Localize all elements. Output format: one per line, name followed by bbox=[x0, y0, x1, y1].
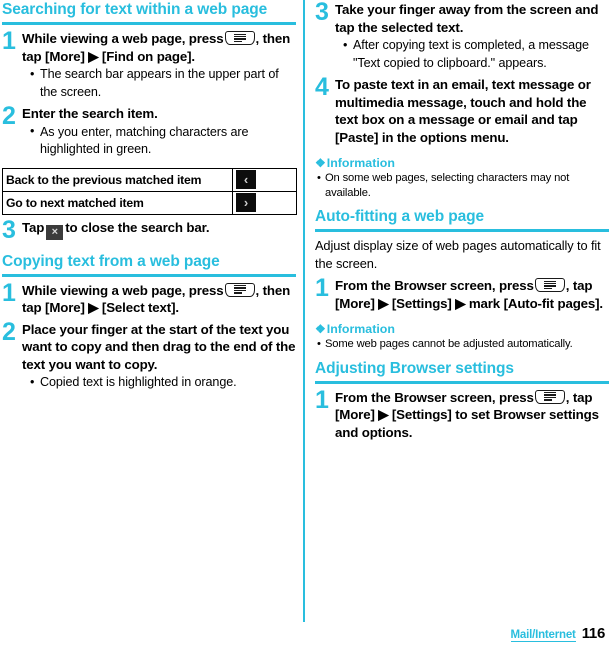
step-body: While viewing a web page, press, then ta… bbox=[22, 30, 296, 101]
manual-page: Searching for text within a web page 1 W… bbox=[0, 0, 609, 647]
step-number: 1 bbox=[315, 385, 329, 414]
step-title: Take your finger away from the screen an… bbox=[335, 2, 599, 35]
step-body: Take your finger away from the screen an… bbox=[335, 1, 609, 72]
information-list-2: Some web pages cannot be adjusted automa… bbox=[315, 337, 609, 352]
step-number: 1 bbox=[315, 274, 329, 302]
info-diamond-icon: ❖ bbox=[315, 322, 326, 336]
matched-item-operations-table: Back to the previous matched item ‹ Go t… bbox=[2, 167, 297, 215]
page-footer: Mail/Internet 116 bbox=[510, 625, 606, 642]
step-title: While viewing a web page, press, then ta… bbox=[22, 282, 296, 317]
step-title: From the Browser screen, press, tap [Mor… bbox=[335, 277, 609, 312]
step-title: Enter the search item. bbox=[22, 106, 158, 121]
information-heading-2: ❖ Information bbox=[315, 321, 609, 337]
step-l1-2: 2 Enter the search item. As you enter, m… bbox=[2, 102, 296, 159]
bullet-item: After copying text is completed, a messa… bbox=[342, 37, 609, 72]
step-body: From the Browser screen, press, tap [Mor… bbox=[335, 389, 609, 442]
step-l2-2: 2 Place your finger at the start of the … bbox=[2, 317, 296, 392]
prev-match-icon[interactable]: ‹ bbox=[236, 170, 256, 189]
left-column: Searching for text within a web page 1 W… bbox=[2, 0, 297, 392]
step-body: While viewing a web page, press, then ta… bbox=[22, 282, 296, 317]
step-number: 4 bbox=[315, 73, 329, 101]
step-l2-1: 1 While viewing a web page, press, then … bbox=[2, 278, 296, 317]
section-auto-fitting: Auto-fitting a web page bbox=[315, 207, 609, 232]
column-divider bbox=[303, 0, 305, 622]
menu-key-icon bbox=[534, 389, 565, 404]
step-bullets: After copying text is completed, a messa… bbox=[342, 37, 609, 72]
footer-page-number: 116 bbox=[581, 625, 606, 642]
step-body: Tap × to close the search bar. bbox=[22, 219, 296, 240]
step-number: 3 bbox=[315, 0, 329, 26]
operation-label: Back to the previous matched item bbox=[2, 167, 233, 192]
information-label: Information bbox=[326, 156, 395, 170]
step-number: 2 bbox=[2, 102, 16, 130]
menu-key-icon bbox=[224, 31, 255, 45]
step-r3-1: 1 From the Browser screen, press, tap [M… bbox=[315, 274, 609, 312]
information-item: Some web pages cannot be adjusted automa… bbox=[315, 337, 609, 352]
section-heading: Copying text from a web page bbox=[2, 252, 220, 270]
step-title-pre: While viewing a web page, press bbox=[22, 31, 224, 46]
section-adjusting-browser: Adjusting Browser settings bbox=[315, 359, 609, 384]
step-title: While viewing a web page, press, then ta… bbox=[22, 30, 296, 65]
next-match-icon[interactable]: › bbox=[236, 193, 256, 212]
step-body: Enter the search item. As you enter, mat… bbox=[22, 105, 296, 159]
step-bullets: Copied text is highlighted in orange. bbox=[29, 374, 296, 392]
information-item: On some web pages, selecting characters … bbox=[315, 171, 609, 200]
information-label: Information bbox=[326, 322, 395, 336]
step-bullets: The search bar appears in the upper part… bbox=[29, 66, 296, 101]
step-title-pre: Tap bbox=[22, 219, 45, 235]
section-heading: Auto-fitting a web page bbox=[315, 208, 485, 225]
step-title-pre: While viewing a web page, press bbox=[22, 282, 224, 298]
heading-rule bbox=[2, 273, 296, 277]
step-number: 2 bbox=[2, 317, 16, 346]
step-title-pre: From the Browser screen, press bbox=[335, 278, 534, 293]
step-body: Place your finger at the start of the te… bbox=[22, 321, 296, 392]
step-body: From the Browser screen, press, tap [Mor… bbox=[335, 277, 609, 312]
step-title: Tap × to close the search bar. bbox=[22, 219, 296, 240]
step-title-post: to close the search bar. bbox=[65, 219, 210, 235]
table-row: Back to the previous matched item ‹ bbox=[2, 167, 297, 192]
step-l1-3: 3 Tap × to close the search bar. bbox=[2, 215, 296, 244]
step-r-3: 3 Take your finger away from the screen … bbox=[315, 0, 609, 72]
bullet-item: As you enter, matching characters are hi… bbox=[29, 123, 296, 159]
section-copying-text: Copying text from a web page bbox=[2, 252, 296, 277]
footer-section-tag: Mail/Internet bbox=[510, 629, 576, 642]
step-title: To paste text in an email, text message … bbox=[335, 77, 591, 145]
menu-key-icon bbox=[224, 282, 255, 297]
step-bullets: As you enter, matching characters are hi… bbox=[29, 123, 296, 159]
heading-rule bbox=[315, 380, 609, 384]
operation-label: Go to next matched item bbox=[2, 190, 233, 215]
close-icon[interactable]: × bbox=[46, 224, 64, 240]
section-heading: Searching for text within a web page bbox=[2, 1, 268, 18]
heading-rule bbox=[2, 22, 296, 25]
operation-icon-cell: ‹ bbox=[232, 167, 297, 192]
step-number: 3 bbox=[2, 215, 16, 244]
right-column: 3 Take your finger away from the screen … bbox=[315, 0, 609, 441]
operation-icon-cell: › bbox=[232, 190, 297, 215]
bullet-item: The search bar appears in the upper part… bbox=[29, 66, 296, 101]
heading-rule bbox=[315, 229, 609, 232]
step-body: To paste text in an email, text message … bbox=[335, 76, 609, 146]
information-list-1: On some web pages, selecting characters … bbox=[315, 171, 609, 200]
section-searching-text: Searching for text within a web page bbox=[2, 0, 296, 25]
step-l1-1: 1 While viewing a web page, press, then … bbox=[2, 27, 296, 101]
section-intro-text: Adjust display size of web pages automat… bbox=[315, 238, 601, 271]
step-number: 1 bbox=[2, 27, 16, 55]
table-row: Go to next matched item › bbox=[2, 190, 297, 215]
menu-key-icon bbox=[534, 278, 565, 292]
step-r-4: 4 To paste text in an email, text messag… bbox=[315, 73, 609, 146]
step-title: From the Browser screen, press, tap [Mor… bbox=[335, 389, 609, 442]
step-r4-1: 1 From the Browser screen, press, tap [M… bbox=[315, 385, 609, 442]
step-title-pre: From the Browser screen, press bbox=[335, 389, 534, 405]
information-heading-1: ❖ Information bbox=[315, 155, 609, 171]
bullet-item: Copied text is highlighted in orange. bbox=[29, 374, 296, 392]
info-diamond-icon: ❖ bbox=[315, 156, 326, 170]
step-title: Place your finger at the start of the te… bbox=[22, 321, 296, 372]
section-heading: Adjusting Browser settings bbox=[315, 359, 514, 377]
step-number: 1 bbox=[2, 278, 16, 307]
